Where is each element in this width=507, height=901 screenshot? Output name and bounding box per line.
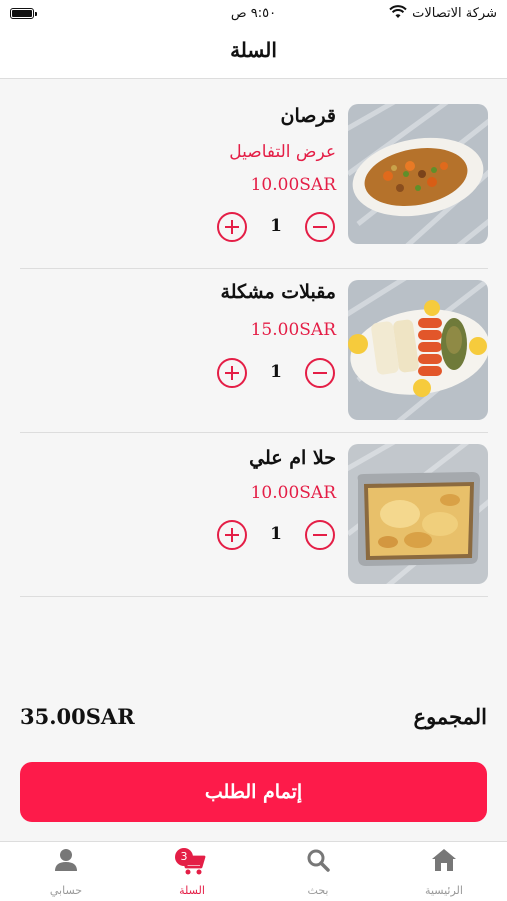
item-price: 10.00SAR [250, 175, 336, 195]
item-price: 15.00SAR [250, 320, 336, 340]
tab-account[interactable]: حسابي [3, 842, 129, 901]
tab-home[interactable]: الرئيسية [381, 842, 507, 901]
home-icon [432, 849, 456, 871]
checkout-button[interactable]: إتمام الطلب [20, 762, 487, 822]
cart-count-badge: 3 [175, 848, 193, 866]
tab-cart[interactable]: 3 السلة [129, 842, 255, 901]
tab-home-label: الرئيسية [425, 884, 463, 897]
decrease-quantity-button[interactable] [305, 212, 335, 242]
quantity-stepper: 1 [217, 212, 335, 246]
mixed-appetizers-photo [348, 280, 488, 420]
qursan-stew-photo [348, 104, 488, 244]
cart-item: مقبلات مشكلة 15.00SAR 1 [20, 269, 488, 433]
item-name: حلا ام علي [249, 447, 336, 469]
tab-search[interactable]: بحث [255, 842, 381, 901]
cart-list: قرصان عرض التفاصيل 10.00SAR 1 مقبلات مشك… [20, 88, 488, 597]
quantity-stepper: 1 [217, 358, 335, 392]
person-icon [55, 849, 77, 871]
page-title: السلة [230, 38, 277, 62]
wifi-icon [389, 5, 407, 18]
quantity-stepper: 1 [217, 520, 335, 554]
tab-bar: الرئيسية بحث 3 السلة حسابي [0, 841, 507, 901]
view-details-link[interactable]: عرض التفاصيل [229, 142, 336, 162]
carrier-name: شركة الاتصالات [412, 6, 497, 21]
tab-cart-label: السلة [179, 884, 205, 897]
tab-account-label: حسابي [49, 884, 83, 897]
status-bar: ٩:٥٠ ص شركة الاتصالات [0, 0, 507, 28]
nav-bar: السلة [0, 28, 507, 79]
tab-search-label: بحث [307, 884, 329, 897]
total-value: 35.00SAR [20, 704, 135, 729]
umm-ali-dessert-photo [348, 444, 488, 584]
item-name: قرصان [280, 105, 336, 127]
cart-item: قرصان عرض التفاصيل 10.00SAR 1 [20, 88, 488, 269]
total-label: المجموع [413, 704, 487, 729]
search-icon [307, 849, 330, 872]
item-name: مقبلات مشكلة [220, 281, 336, 303]
decrease-quantity-button[interactable] [305, 358, 335, 388]
decrease-quantity-button[interactable] [305, 520, 335, 550]
item-price: 10.00SAR [250, 483, 336, 503]
cart-item: حلا ام علي 10.00SAR 1 [20, 433, 488, 597]
